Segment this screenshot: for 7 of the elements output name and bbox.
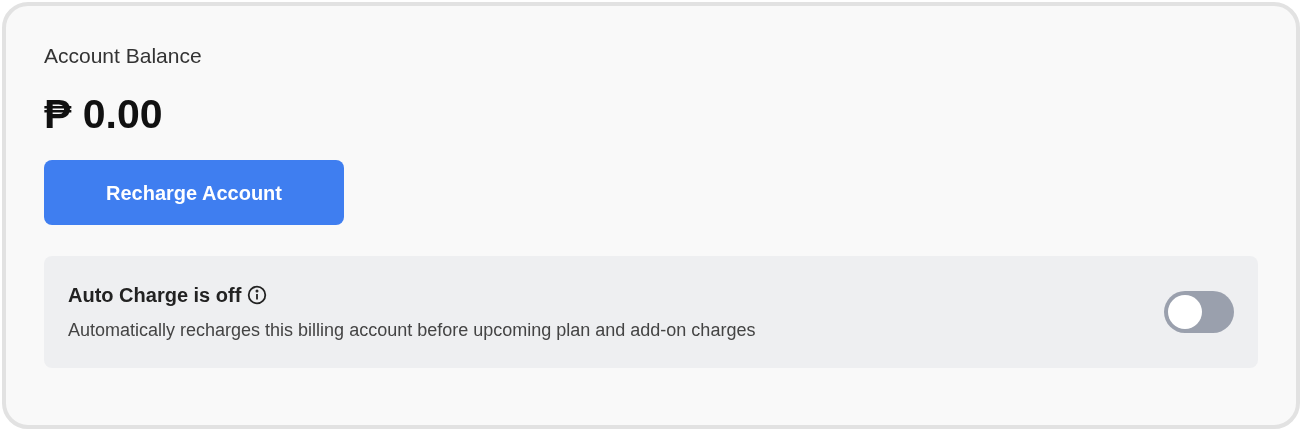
info-icon[interactable] bbox=[247, 285, 268, 305]
auto-charge-title: Auto Charge is off bbox=[68, 283, 242, 308]
auto-charge-description: Automatically recharges this billing account before upcoming plan and add-on charges bbox=[68, 319, 756, 342]
recharge-button[interactable]: Recharge Account bbox=[44, 160, 344, 225]
balance-amount: ₱ 0.00 bbox=[44, 90, 163, 138]
auto-charge-toggle[interactable] bbox=[1164, 291, 1234, 333]
balance-label: Account Balance bbox=[44, 43, 202, 69]
